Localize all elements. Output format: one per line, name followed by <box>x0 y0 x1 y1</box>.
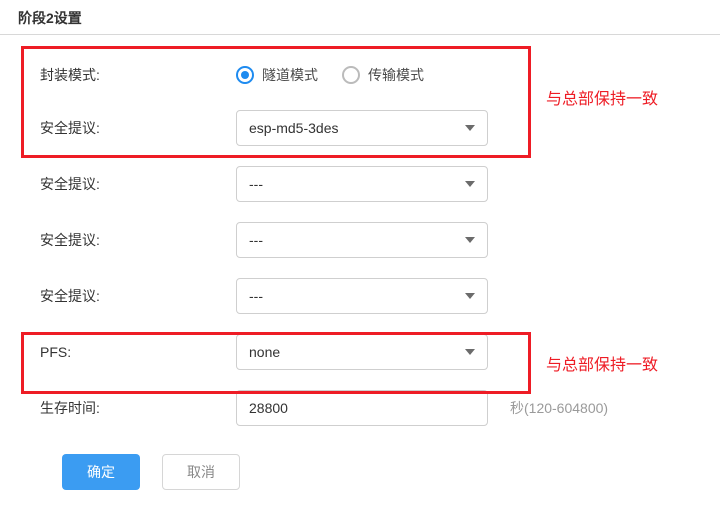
radio-tunnel-label: 隧道模式 <box>262 65 318 85</box>
chevron-down-icon <box>465 237 475 243</box>
radio-uncheck-icon <box>342 66 360 84</box>
annotation-1: 与总部保持一致 <box>546 85 658 109</box>
proposal1-value: esp-md5-3des <box>249 120 339 136</box>
section-header: 阶段2设置 <box>0 0 720 35</box>
section-title: 阶段2设置 <box>18 10 82 26</box>
ok-button[interactable]: 确定 <box>62 454 140 490</box>
pfs-value: none <box>249 344 280 360</box>
radio-check-icon <box>236 66 254 84</box>
proposal2-label: 安全提议: <box>22 174 236 194</box>
radio-transport-label: 传输模式 <box>368 65 424 85</box>
row-proposal-4: 安全提议: --- <box>22 268 702 324</box>
chevron-down-icon <box>465 293 475 299</box>
row-proposal-2: 安全提议: --- <box>22 156 702 212</box>
chevron-down-icon <box>465 181 475 187</box>
proposal1-select[interactable]: esp-md5-3des <box>236 110 488 146</box>
proposal2-select[interactable]: --- <box>236 166 488 202</box>
proposal2-value: --- <box>249 176 263 192</box>
pfs-label: PFS: <box>22 344 236 360</box>
radio-transport-mode[interactable]: 传输模式 <box>342 65 424 85</box>
row-lifetime: 生存时间: 秒(120-604800) <box>22 380 702 436</box>
radio-tunnel-mode[interactable]: 隧道模式 <box>236 65 318 85</box>
lifetime-input[interactable] <box>236 390 488 426</box>
proposal3-select[interactable]: --- <box>236 222 488 258</box>
cancel-button[interactable]: 取消 <box>162 454 240 490</box>
proposal4-value: --- <box>249 288 263 304</box>
row-proposal-3: 安全提议: --- <box>22 212 702 268</box>
proposal4-select[interactable]: --- <box>236 278 488 314</box>
chevron-down-icon <box>465 125 475 131</box>
annotation-2: 与总部保持一致 <box>546 351 658 375</box>
proposal1-label: 安全提议: <box>22 118 236 138</box>
pfs-select[interactable]: none <box>236 334 488 370</box>
lifetime-label: 生存时间: <box>22 398 236 418</box>
chevron-down-icon <box>465 349 475 355</box>
proposal3-value: --- <box>249 232 263 248</box>
proposal4-label: 安全提议: <box>22 286 236 306</box>
proposal3-label: 安全提议: <box>22 230 236 250</box>
encapsulation-label: 封装模式: <box>22 65 236 85</box>
lifetime-suffix: 秒(120-604800) <box>488 398 608 418</box>
